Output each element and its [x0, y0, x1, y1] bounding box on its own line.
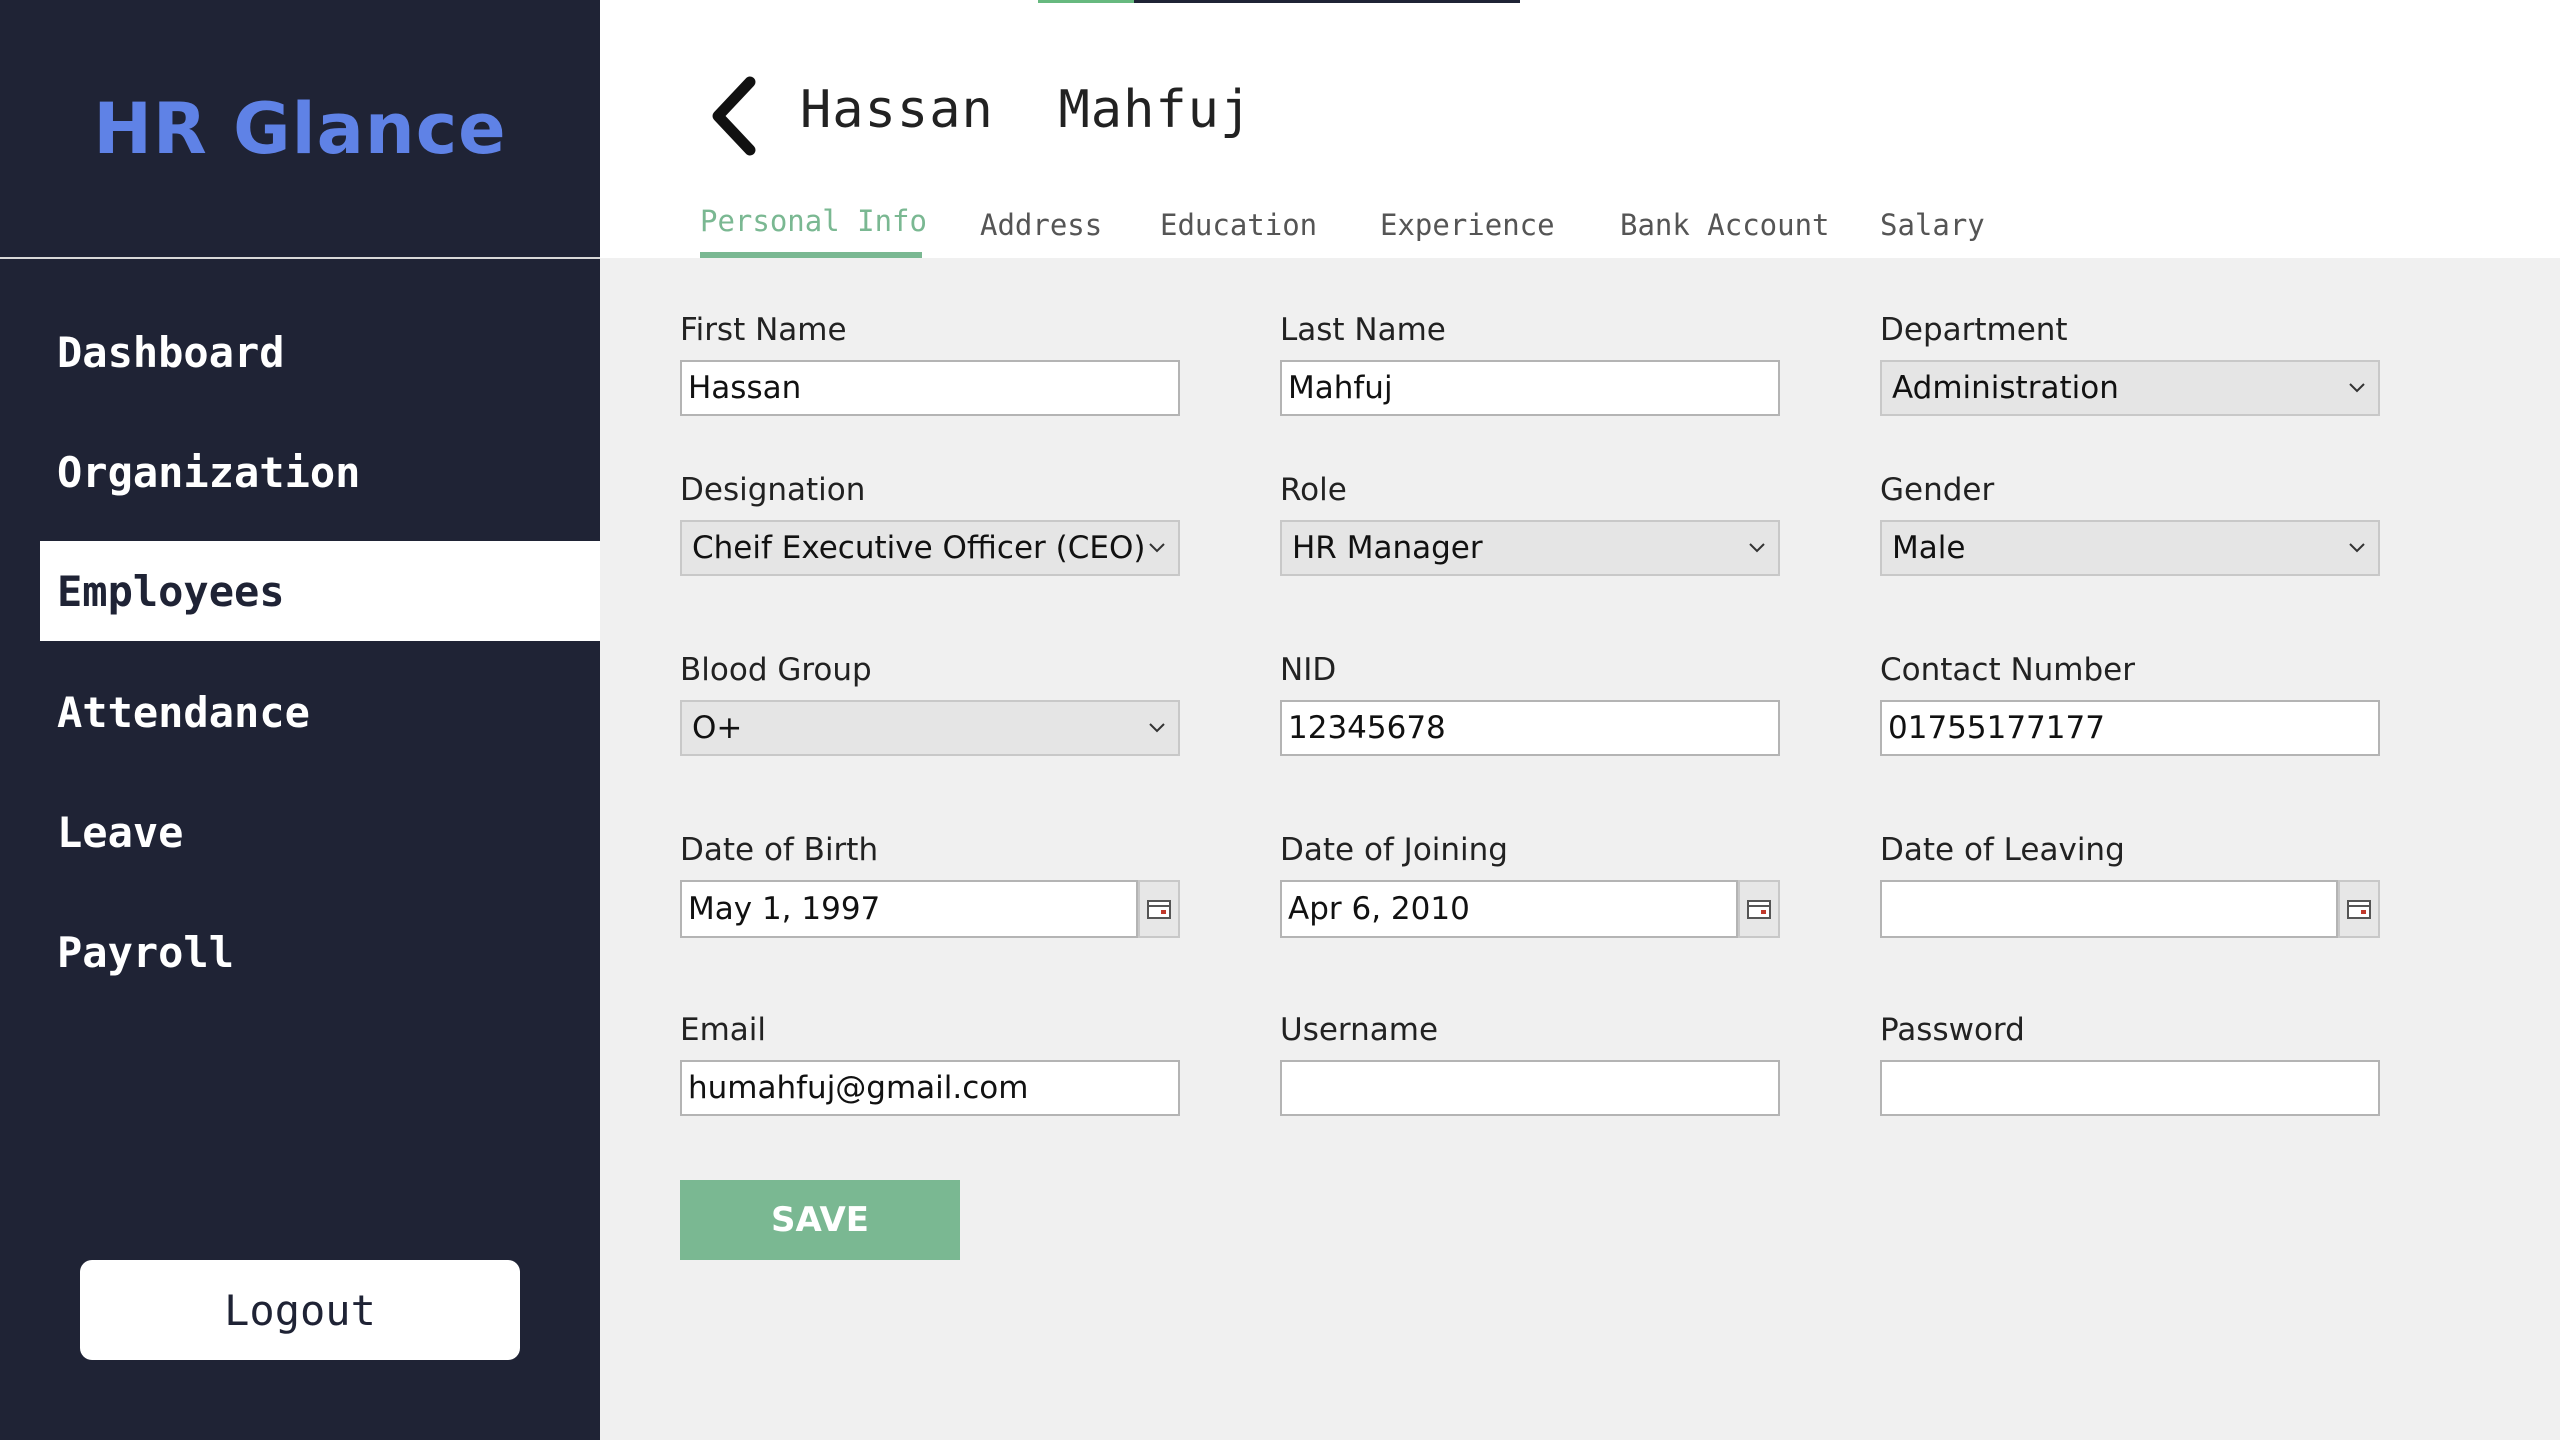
- department-value: Administration: [1892, 370, 2119, 406]
- date-of-birth-picker-button[interactable]: [1138, 880, 1180, 938]
- password-field[interactable]: [1880, 1060, 2380, 1116]
- contact-number-label: Contact Number: [1880, 652, 2135, 688]
- chevron-down-icon: [1749, 543, 1765, 553]
- first-name-value: Hassan: [688, 370, 802, 406]
- designation-label: Designation: [680, 472, 866, 508]
- progress-indicator-track: [1134, 0, 1520, 3]
- tab-bank-account[interactable]: Bank Account: [1620, 208, 1830, 242]
- sidebar-item-attendance[interactable]: Attendance: [40, 662, 600, 762]
- contact-number-field[interactable]: 01755177177: [1880, 700, 2380, 756]
- sidebar: HR Glance Dashboard Organization Employe…: [0, 0, 600, 1440]
- date-of-birth-value: May 1, 1997: [688, 891, 881, 927]
- role-value: HR Manager: [1292, 530, 1483, 566]
- date-of-birth-label: Date of Birth: [680, 832, 879, 868]
- calendar-icon: [1747, 900, 1771, 919]
- department-select[interactable]: Administration: [1880, 360, 2380, 416]
- date-of-leaving-field[interactable]: [1880, 880, 2338, 938]
- sidebar-item-dashboard[interactable]: Dashboard: [40, 302, 600, 402]
- gender-select[interactable]: Male: [1880, 520, 2380, 576]
- page-title: Hassan Mahfuj: [800, 80, 1253, 140]
- sidebar-item-leave[interactable]: Leave: [40, 782, 600, 882]
- designation-value: Cheif Executive Officer (CEO): [692, 530, 1146, 566]
- tab-address[interactable]: Address: [980, 208, 1102, 242]
- date-of-joining-field[interactable]: Apr 6, 2010: [1280, 880, 1738, 938]
- active-tab-indicator: [700, 252, 922, 258]
- gender-value: Male: [1892, 530, 1966, 566]
- department-label: Department: [1880, 312, 2068, 348]
- tab-salary[interactable]: Salary: [1880, 208, 1985, 242]
- role-label: Role: [1280, 472, 1347, 508]
- brand-logo-text: HR Glance: [93, 88, 507, 170]
- role-select[interactable]: HR Manager: [1280, 520, 1780, 576]
- date-of-joining-picker-button[interactable]: [1738, 880, 1780, 938]
- chevron-down-icon: [2349, 543, 2365, 553]
- date-of-joining-label: Date of Joining: [1280, 832, 1508, 868]
- chevron-down-icon: [1149, 723, 1165, 733]
- tab-experience[interactable]: Experience: [1380, 208, 1555, 242]
- nid-label: NID: [1280, 652, 1337, 688]
- save-button[interactable]: SAVE: [680, 1180, 960, 1260]
- username-label: Username: [1280, 1012, 1439, 1048]
- calendar-icon: [1147, 900, 1171, 919]
- username-field[interactable]: [1280, 1060, 1780, 1116]
- sidebar-divider: [0, 257, 600, 259]
- chevron-left-icon: [712, 76, 756, 156]
- last-name-value: Mahfuj: [1288, 370, 1393, 406]
- first-name-field[interactable]: Hassan: [680, 360, 1180, 416]
- first-name-label: First Name: [680, 312, 847, 348]
- last-name-label: Last Name: [1280, 312, 1446, 348]
- blood-group-select[interactable]: O+: [680, 700, 1180, 756]
- blood-group-value: O+: [692, 710, 743, 746]
- designation-select[interactable]: Cheif Executive Officer (CEO): [680, 520, 1180, 576]
- email-value: humahfuj@gmail.com: [688, 1070, 1029, 1106]
- logout-button[interactable]: Logout: [80, 1260, 520, 1360]
- brand: HR Glance: [0, 0, 600, 258]
- nid-value: 12345678: [1288, 710, 1446, 746]
- sidebar-item-employees[interactable]: Employees: [40, 541, 600, 641]
- nid-field[interactable]: 12345678: [1280, 700, 1780, 756]
- chevron-down-icon: [1149, 543, 1165, 553]
- progress-indicator-fill: [1038, 0, 1134, 3]
- gender-label: Gender: [1880, 472, 1995, 508]
- back-button[interactable]: [708, 76, 758, 156]
- tab-education[interactable]: Education: [1160, 208, 1317, 242]
- calendar-icon: [2347, 900, 2371, 919]
- chevron-down-icon: [2349, 383, 2365, 393]
- date-of-leaving-picker-button[interactable]: [2338, 880, 2380, 938]
- password-label: Password: [1880, 1012, 2025, 1048]
- sidebar-item-organization[interactable]: Organization: [40, 422, 600, 522]
- tab-personal-info[interactable]: Personal Info: [700, 204, 927, 238]
- date-of-joining-value: Apr 6, 2010: [1288, 891, 1470, 927]
- email-label: Email: [680, 1012, 767, 1048]
- sidebar-item-payroll[interactable]: Payroll: [40, 902, 600, 1002]
- blood-group-label: Blood Group: [680, 652, 872, 688]
- email-field[interactable]: humahfuj@gmail.com: [680, 1060, 1180, 1116]
- date-of-birth-field[interactable]: May 1, 1997: [680, 880, 1138, 938]
- date-of-leaving-label: Date of Leaving: [1880, 832, 2125, 868]
- contact-number-value: 01755177177: [1888, 710, 2105, 746]
- last-name-field[interactable]: Mahfuj: [1280, 360, 1780, 416]
